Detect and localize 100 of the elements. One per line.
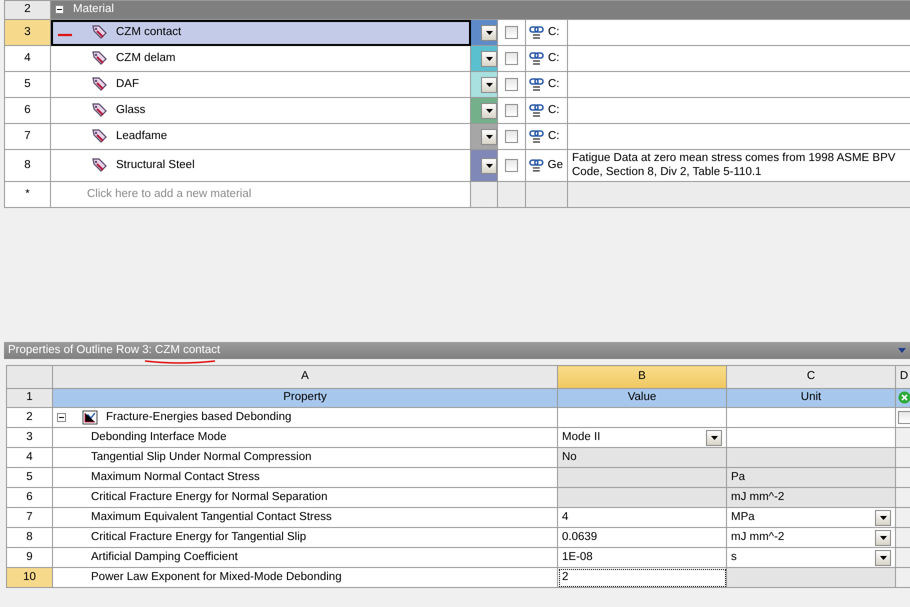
checkbox[interactable] <box>505 52 518 65</box>
material-name[interactable]: DAF <box>116 78 139 92</box>
caret-icon <box>486 30 493 34</box>
checkbox[interactable] <box>505 104 518 117</box>
property-name: Tangential Slip Under Normal Compression <box>91 450 312 463</box>
caret-icon <box>486 108 493 112</box>
caret-icon <box>486 56 493 60</box>
link-icon <box>529 51 544 66</box>
value-field[interactable]: Mode II <box>562 430 600 444</box>
property-name: Debonding Interface Mode <box>91 430 227 443</box>
dropdown-button[interactable] <box>706 430 722 446</box>
link-icon <box>529 77 544 92</box>
material-tag-icon <box>91 129 108 144</box>
color-swatch[interactable] <box>470 72 498 98</box>
dropdown-button[interactable] <box>875 530 891 546</box>
source-path: Ge <box>548 158 563 172</box>
group-label: Fracture-Energies based Debonding <box>106 410 292 424</box>
unit-label: mJ mm^-2 <box>731 490 784 504</box>
panel-title: Properties of Outline Row 3: CZM contact <box>8 344 220 358</box>
dropdown-button[interactable] <box>481 76 496 92</box>
property-name: Artificial Damping Coefficient <box>91 550 238 563</box>
row-number: 8 <box>24 158 31 171</box>
material-tag-icon <box>91 25 108 40</box>
source-path: C: <box>548 104 560 118</box>
dropdown-button[interactable] <box>481 24 496 40</box>
caret-icon <box>880 556 887 560</box>
dropdown-button[interactable] <box>481 158 496 174</box>
material-tag-icon <box>91 51 108 66</box>
row-number: 2 <box>24 3 31 16</box>
source-path: C: <box>548 130 560 144</box>
color-swatch[interactable] <box>470 124 498 150</box>
chart-icon <box>82 410 98 425</box>
checkbox[interactable] <box>898 410 910 424</box>
header-label: Property <box>283 391 327 404</box>
material-tag-icon <box>91 103 108 118</box>
dropdown-button[interactable] <box>481 102 496 118</box>
row-number: 9 <box>26 550 33 563</box>
color-swatch[interactable] <box>470 20 498 46</box>
color-swatch[interactable] <box>470 46 498 72</box>
description: Fatigue Data at zero mean stress comes from 1998 ASME BPV Code, Section 8, Div 2, Table 5-110.1 <box>572 152 896 178</box>
material-name[interactable]: CZM delam <box>116 52 176 66</box>
row-number: 7 <box>24 130 31 142</box>
property-name: Critical Fracture Energy for Tangential Slip <box>91 530 306 543</box>
column-header[interactable]: A <box>301 370 309 382</box>
link-icon <box>529 25 544 40</box>
color-swatch[interactable] <box>470 98 498 124</box>
row-number: 5 <box>26 470 33 483</box>
material-name[interactable]: CZM contact <box>116 26 182 40</box>
column-header[interactable]: B <box>638 370 646 382</box>
dropdown-button[interactable] <box>481 50 496 66</box>
material-tag-icon <box>91 158 108 173</box>
row-number: 6 <box>24 104 31 116</box>
row-number: 1 <box>26 391 33 404</box>
checkbox[interactable] <box>505 130 518 143</box>
value-field[interactable]: 4 <box>562 510 568 524</box>
annotation-underline <box>144 359 216 365</box>
row-number: 10 <box>23 570 36 583</box>
row-number: 8 <box>26 530 33 543</box>
caret-icon <box>880 536 887 540</box>
caret-icon <box>486 134 493 138</box>
material-name[interactable]: Leadfame <box>116 130 168 144</box>
dropdown-button[interactable] <box>875 550 891 566</box>
checkbox[interactable] <box>505 26 518 39</box>
property-name: Critical Fracture Energy for Normal Separation <box>91 490 328 503</box>
row-number: 6 <box>26 490 33 503</box>
material-name[interactable]: Glass <box>116 104 146 118</box>
checkbox[interactable] <box>505 158 518 172</box>
checkbox[interactable] <box>505 78 518 91</box>
collapse-arrow-icon[interactable] <box>898 348 906 353</box>
dropdown-button[interactable] <box>875 510 891 526</box>
caret-icon <box>486 82 493 86</box>
row-number: 3 <box>26 430 33 443</box>
color-swatch[interactable] <box>470 150 498 182</box>
value-field[interactable]: 1E-08 <box>562 550 593 564</box>
collapse-icon[interactable] <box>55 4 64 14</box>
row-number: 3 <box>24 26 31 38</box>
row-number: 5 <box>24 78 31 90</box>
caret-icon <box>711 436 718 440</box>
value-field[interactable]: 2 <box>562 570 568 584</box>
value-field: No <box>562 450 577 464</box>
material-tag-icon <box>91 77 108 92</box>
source-path: C: <box>548 26 560 40</box>
source-path: C: <box>548 52 560 66</box>
caret-icon <box>486 164 493 168</box>
value-field[interactable]: 0.0639 <box>562 530 598 544</box>
group-label: Material <box>73 3 114 16</box>
unit-label[interactable]: s <box>731 550 737 564</box>
dropdown-button[interactable] <box>481 128 496 144</box>
row-number: 2 <box>26 410 33 423</box>
column-header[interactable]: C <box>806 370 816 382</box>
row-number: 4 <box>26 450 33 463</box>
property-name: Maximum Normal Contact Stress <box>91 470 260 483</box>
property-name: Maximum Equivalent Tangential Contact Stress <box>91 510 332 523</box>
material-name[interactable]: Structural Steel <box>116 158 195 172</box>
row-number: 4 <box>24 52 31 64</box>
unit-label[interactable]: MPa <box>731 510 755 524</box>
row-number: 7 <box>26 510 33 523</box>
collapse-icon[interactable] <box>57 413 66 422</box>
annotation-mark <box>57 33 73 37</box>
status-icon <box>898 391 910 404</box>
